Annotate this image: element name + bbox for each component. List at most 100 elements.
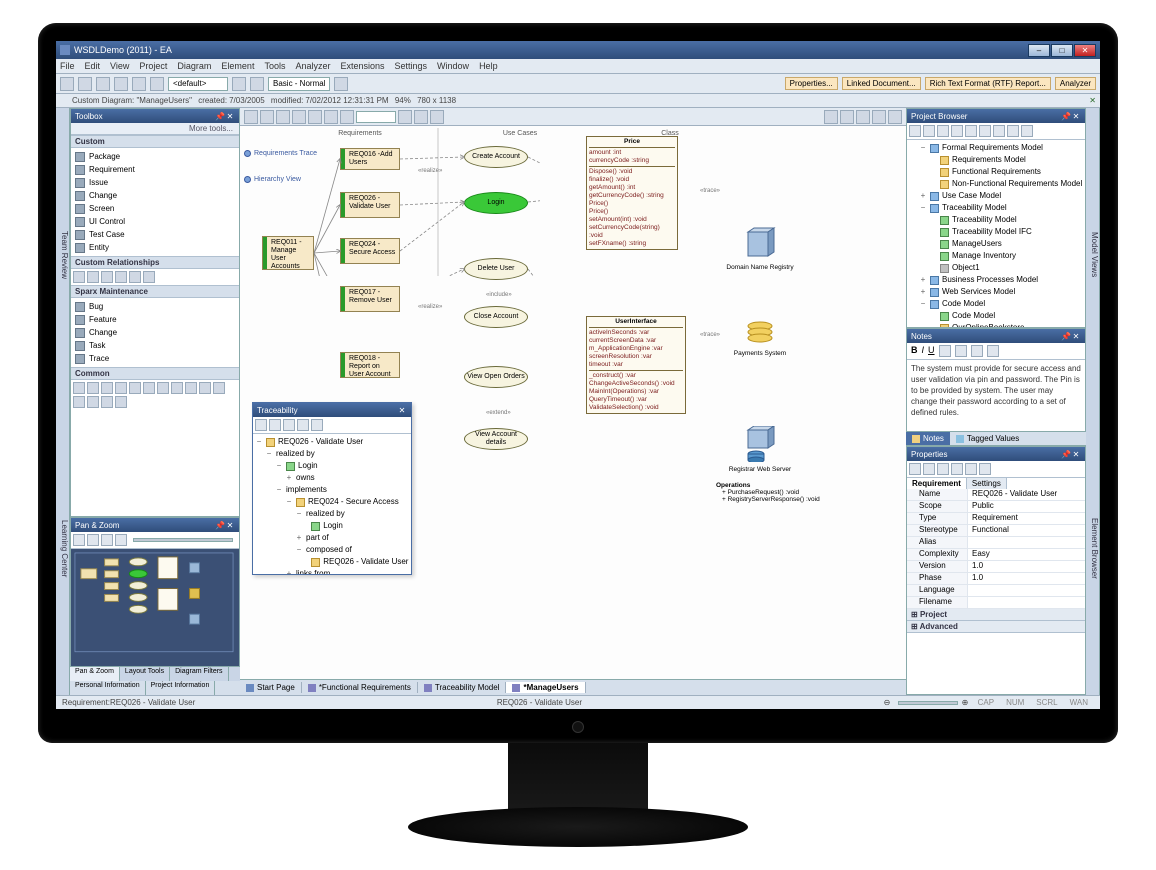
toolbar-button[interactable] xyxy=(334,77,348,91)
tab-pan-zoom[interactable]: Pan & Zoom xyxy=(70,667,120,681)
close-icon[interactable]: ✕ xyxy=(1071,332,1081,341)
toolbar-button[interactable] xyxy=(114,77,128,91)
canvas-tool[interactable] xyxy=(824,110,838,124)
toolbox-item-task[interactable]: Task xyxy=(73,339,237,352)
usecase-delete-user[interactable]: Delete User xyxy=(464,258,528,280)
info-button[interactable] xyxy=(1077,96,1087,106)
tab-project-info[interactable]: Project Information xyxy=(146,681,216,695)
tab-diagram-filters[interactable]: Diagram Filters xyxy=(170,667,228,681)
vtab-element-browser[interactable]: Element Browser xyxy=(1086,402,1100,696)
tab-personal-info[interactable]: Personal Information xyxy=(70,681,146,695)
toolbox-item-trace[interactable]: Trace xyxy=(73,352,237,365)
common-icon[interactable] xyxy=(73,382,85,394)
trace-node[interactable]: −realized by xyxy=(255,508,409,520)
pb-node[interactable]: Code Model xyxy=(909,310,1083,322)
usecase-login[interactable]: Login xyxy=(464,192,528,214)
rel-icon[interactable] xyxy=(143,271,155,283)
property-row[interactable]: NameREQ026 - Validate User xyxy=(907,489,1085,501)
rel-icon[interactable] xyxy=(129,271,141,283)
menu-settings[interactable]: Settings xyxy=(395,61,428,71)
common-icon[interactable] xyxy=(129,382,141,394)
diagram-canvas[interactable]: Requirements Use Cases Class Requirement… xyxy=(240,126,906,679)
property-row[interactable]: Alias xyxy=(907,537,1085,549)
toolbox-item-entity[interactable]: Entity xyxy=(73,241,237,254)
common-icon[interactable] xyxy=(115,396,127,408)
pb-node[interactable]: −Formal Requirements Model xyxy=(909,142,1083,154)
prop-tool[interactable] xyxy=(937,463,949,475)
trace-node[interactable]: +owns xyxy=(255,472,409,484)
canvas-tool[interactable] xyxy=(292,110,306,124)
toolbox-item-test-case[interactable]: Test Case xyxy=(73,228,237,241)
pb-tool[interactable] xyxy=(923,125,935,137)
pb-node[interactable]: Traceability Model IFC xyxy=(909,226,1083,238)
pin-icon[interactable]: 📌 xyxy=(215,112,225,121)
trace-tool[interactable] xyxy=(269,419,281,431)
close-icon[interactable]: ✕ xyxy=(1071,450,1081,459)
close-button[interactable]: ✕ xyxy=(1074,44,1096,57)
pb-tool[interactable] xyxy=(965,125,977,137)
notes-tool[interactable] xyxy=(955,345,967,357)
pb-node[interactable]: −Code Model xyxy=(909,298,1083,310)
common-icon[interactable] xyxy=(73,396,85,408)
trace-node[interactable]: −composed of xyxy=(255,544,409,556)
trace-node[interactable]: −REQ024 - Secure Access xyxy=(255,496,409,508)
toolbox-item-issue[interactable]: Issue xyxy=(73,176,237,189)
italic-button[interactable]: I xyxy=(922,345,925,357)
pb-node[interactable]: ManageUsers xyxy=(909,238,1083,250)
req-016[interactable]: REQ016 -Add Users xyxy=(340,148,400,170)
rel-icon[interactable] xyxy=(101,271,113,283)
property-row[interactable]: Version1.0 xyxy=(907,561,1085,573)
common-icon[interactable] xyxy=(115,382,127,394)
class-userinterface[interactable]: UserInterface activeInSeconds :var curre… xyxy=(586,316,686,414)
common-icon[interactable] xyxy=(171,382,183,394)
notes-tool[interactable] xyxy=(939,345,951,357)
tab-settings[interactable]: Settings xyxy=(967,478,1007,489)
close-icon[interactable]: ✕ xyxy=(397,406,407,415)
trace-node[interactable]: REQ026 - Validate User xyxy=(255,556,409,568)
underline-button[interactable]: U xyxy=(928,345,935,357)
link-requirements-trace[interactable]: Requirements Trace xyxy=(244,150,317,157)
property-row[interactable]: ScopePublic xyxy=(907,501,1085,513)
pb-node[interactable]: +Business Processes Model xyxy=(909,274,1083,286)
trace-node[interactable]: +part of xyxy=(255,532,409,544)
menu-analyzer[interactable]: Analyzer xyxy=(295,61,330,71)
vtab-model-views[interactable]: Model Views xyxy=(1086,108,1100,402)
tab-analyzer[interactable]: Analyzer xyxy=(1055,77,1096,90)
close-icon[interactable]: ✕ xyxy=(1071,112,1081,121)
prop-group-project[interactable]: ⊞ Project xyxy=(907,609,1085,621)
canvas-tool[interactable] xyxy=(308,110,322,124)
pb-tool[interactable] xyxy=(909,125,921,137)
info-button[interactable] xyxy=(1065,96,1075,106)
common-icon[interactable] xyxy=(101,382,113,394)
zoom-100-icon[interactable] xyxy=(115,534,127,546)
trace-tool[interactable] xyxy=(311,419,323,431)
req-018[interactable]: REQ018 - Report on User Account xyxy=(340,352,400,378)
property-row[interactable]: Language xyxy=(907,585,1085,597)
property-row[interactable]: Filename xyxy=(907,597,1085,609)
canvas-tool[interactable] xyxy=(244,110,258,124)
close-icon[interactable]: ✕ xyxy=(225,521,235,530)
trace-node[interactable]: −realized by xyxy=(255,448,409,460)
canvas-tool[interactable] xyxy=(430,110,444,124)
prop-tool[interactable] xyxy=(979,463,991,475)
common-icon[interactable] xyxy=(101,396,113,408)
common-icon[interactable] xyxy=(87,396,99,408)
tab-start-page[interactable]: Start Page xyxy=(240,682,302,693)
canvas-tool[interactable] xyxy=(324,110,338,124)
notes-tool[interactable] xyxy=(987,345,999,357)
usecase-close-account[interactable]: Close Account xyxy=(464,306,528,328)
usecase-create-account[interactable]: Create Account xyxy=(464,146,528,168)
trace-tool[interactable] xyxy=(255,419,267,431)
menu-file[interactable]: File xyxy=(60,61,75,71)
req-011[interactable]: REQ011 - Manage User Accounts xyxy=(262,236,314,270)
menu-project[interactable]: Project xyxy=(139,61,167,71)
menu-tools[interactable]: Tools xyxy=(264,61,285,71)
pb-node[interactable]: +Web Services Model xyxy=(909,286,1083,298)
tab-traceability-model[interactable]: Traceability Model xyxy=(418,682,507,693)
section-custom[interactable]: Custom xyxy=(71,135,239,148)
pb-node[interactable]: Requirements Model xyxy=(909,154,1083,166)
property-row[interactable]: StereotypeFunctional xyxy=(907,525,1085,537)
menu-view[interactable]: View xyxy=(110,61,129,71)
common-icon[interactable] xyxy=(213,382,225,394)
pb-node[interactable]: Functional Requirements xyxy=(909,166,1083,178)
